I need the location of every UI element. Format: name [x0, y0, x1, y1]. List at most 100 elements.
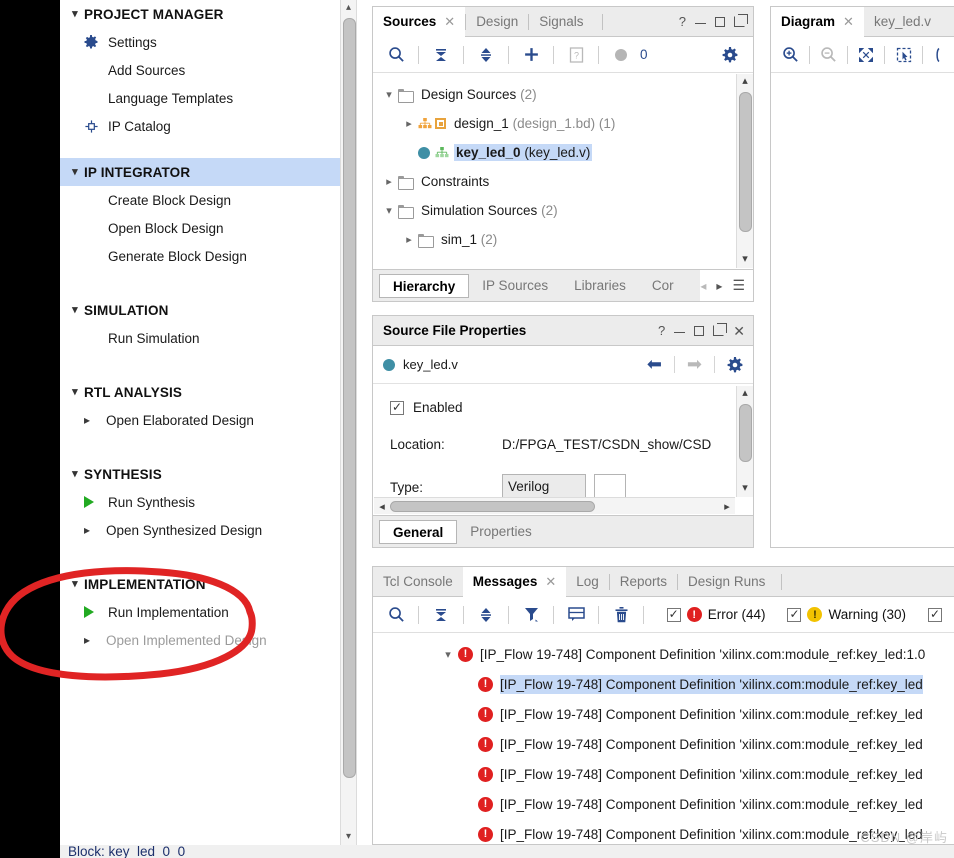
- hscrollbar-thumb[interactable]: [390, 500, 595, 512]
- message-row[interactable]: ! [IP_Flow 19-748] Component Definition …: [374, 669, 953, 699]
- other-checkbox[interactable]: ✓: [928, 607, 942, 622]
- sidebar-item-open-synthesized-design[interactable]: ▸ Open Synthesized Design: [60, 516, 340, 544]
- type-extra-field[interactable]: [594, 474, 626, 497]
- sidebar-section-implementation[interactable]: ▾ IMPLEMENTATION: [60, 570, 340, 598]
- sources-scrollbar[interactable]: ▴ ▾: [736, 74, 753, 268]
- message-row[interactable]: ! [IP_Flow 19-748] Component Definition …: [374, 819, 953, 843]
- filter-error[interactable]: ✓ ! Error (44): [666, 607, 765, 622]
- float-icon[interactable]: [734, 14, 748, 27]
- add-icon[interactable]: [516, 40, 546, 70]
- chevron-right-icon[interactable]: ▸: [380, 175, 398, 188]
- help-icon[interactable]: ?: [679, 15, 686, 28]
- chevron-right-icon[interactable]: ▸: [400, 233, 418, 246]
- tab-general[interactable]: General: [379, 519, 458, 544]
- tree-row[interactable]: ▾ Simulation Sources (2): [374, 196, 735, 225]
- minimize-icon[interactable]: [695, 22, 706, 24]
- tree-row[interactable]: key_led_0 (key_led.v): [374, 138, 735, 167]
- float-icon[interactable]: [713, 323, 728, 336]
- zoom-region-icon[interactable]: [930, 40, 953, 70]
- sidebar-item-run-implementation[interactable]: Run Implementation: [60, 598, 340, 626]
- delete-icon[interactable]: [606, 600, 636, 630]
- sidebar-item-language-templates[interactable]: Language Templates: [60, 84, 340, 112]
- scrollbar-thumb[interactable]: [343, 18, 356, 778]
- sidebar-section-simulation[interactable]: ▾ SIMULATION: [60, 296, 340, 324]
- chevron-right-icon[interactable]: ▸: [400, 117, 418, 130]
- report-icon[interactable]: ?: [561, 40, 591, 70]
- tab-properties[interactable]: Properties: [457, 520, 545, 544]
- sidebar-section-rtl-analysis[interactable]: ▾ RTL ANALYSIS: [60, 378, 340, 406]
- scroll-down-icon[interactable]: ▾: [341, 829, 356, 845]
- maximize-icon[interactable]: [694, 325, 705, 336]
- maximize-icon[interactable]: [715, 16, 725, 27]
- tab-signals[interactable]: Signals: [529, 7, 593, 37]
- scrollbar-thumb[interactable]: [739, 404, 752, 462]
- tab-sources[interactable]: Sources ✕: [373, 6, 466, 37]
- sidebar-section-project-manager[interactable]: ▾ PROJECT MANAGER: [60, 0, 340, 28]
- tab-key-led-v[interactable]: key_led.v: [864, 7, 941, 37]
- tab-design[interactable]: Design: [466, 7, 528, 37]
- tree-row[interactable]: ▸ design_1 (design_1.bd) (1): [374, 109, 735, 138]
- zoom-out-icon[interactable]: [817, 40, 840, 70]
- sidebar-item-run-simulation[interactable]: Run Simulation: [60, 324, 340, 352]
- chevron-down-icon[interactable]: ▾: [380, 88, 398, 101]
- sidebar-scrollbar[interactable]: ▴ ▾: [340, 0, 357, 845]
- enabled-checkbox[interactable]: ✓: [390, 400, 404, 415]
- fit-screen-icon[interactable]: [855, 40, 878, 70]
- tree-row[interactable]: ▾ Design Sources (2): [374, 80, 735, 109]
- back-icon[interactable]: ⬅: [647, 354, 662, 375]
- tab-reports[interactable]: Reports: [610, 567, 677, 597]
- sidebar-item-add-sources[interactable]: Add Sources: [60, 56, 340, 84]
- message-row[interactable]: ! [IP_Flow 19-748] Component Definition …: [374, 729, 953, 759]
- property-value[interactable]: Verilog: [502, 474, 586, 497]
- message-row[interactable]: ! [IP_Flow 19-748] Component Definition …: [374, 699, 953, 729]
- minimize-icon[interactable]: [674, 331, 686, 333]
- sidebar-item-create-block-design[interactable]: Create Block Design: [60, 186, 340, 214]
- message-row[interactable]: ! [IP_Flow 19-748] Component Definition …: [374, 759, 953, 789]
- close-icon[interactable]: ✕: [444, 14, 455, 30]
- tab-messages[interactable]: Messages ✕: [462, 566, 567, 597]
- scroll-left-icon[interactable]: ◂: [374, 500, 390, 513]
- close-icon[interactable]: ✕: [843, 14, 854, 30]
- menu-icon[interactable]: ☰: [732, 277, 745, 294]
- sidebar-item-open-elaborated-design[interactable]: ▸ Open Elaborated Design: [60, 406, 340, 434]
- sidebar-item-ip-catalog[interactable]: IP Catalog: [60, 112, 340, 140]
- comment-icon[interactable]: [561, 600, 591, 630]
- tab-ip-sources[interactable]: IP Sources: [469, 274, 561, 298]
- zoom-in-icon[interactable]: [779, 40, 802, 70]
- scroll-up-icon[interactable]: ▴: [737, 386, 753, 402]
- properties-hscrollbar[interactable]: ◂ ▸: [374, 497, 735, 514]
- gear-icon[interactable]: [727, 356, 743, 373]
- next-icon[interactable]: ▸: [716, 279, 722, 293]
- sidebar-item-generate-block-design[interactable]: Generate Block Design: [60, 242, 340, 270]
- message-row[interactable]: ▾ ! [IP_Flow 19-748] Component Definitio…: [374, 639, 953, 669]
- collapse-all-icon[interactable]: [426, 600, 456, 630]
- search-icon[interactable]: [381, 600, 411, 630]
- properties-scrollbar[interactable]: ▴ ▾: [736, 386, 753, 497]
- filter-icon[interactable]: [516, 600, 546, 630]
- prev-icon[interactable]: ◂: [700, 279, 706, 293]
- expand-all-icon[interactable]: [471, 600, 501, 630]
- diagram-canvas[interactable]: [772, 74, 954, 546]
- scroll-up-icon[interactable]: ▴: [341, 0, 356, 16]
- tree-row[interactable]: ▸ sim_1 (2): [374, 225, 735, 254]
- scroll-up-icon[interactable]: ▴: [737, 74, 753, 90]
- tab-design-runs[interactable]: Design Runs: [678, 567, 775, 597]
- search-icon[interactable]: [381, 40, 411, 70]
- sidebar-item-open-block-design[interactable]: Open Block Design: [60, 214, 340, 242]
- scroll-down-icon[interactable]: ▾: [737, 252, 753, 268]
- scroll-down-icon[interactable]: ▾: [737, 481, 753, 497]
- chevron-down-icon[interactable]: ▾: [438, 648, 458, 661]
- gear-icon[interactable]: [715, 40, 745, 70]
- tab-tcl-console[interactable]: Tcl Console: [373, 567, 463, 597]
- filter-warning[interactable]: ✓ ! Warning (30): [787, 607, 906, 622]
- forward-icon[interactable]: ➡: [687, 354, 702, 375]
- message-row[interactable]: ! [IP_Flow 19-748] Component Definition …: [374, 789, 953, 819]
- expand-all-icon[interactable]: [471, 40, 501, 70]
- sidebar-item-open-implemented-design[interactable]: ▸ Open Implemented Design: [60, 626, 340, 654]
- sidebar-item-run-synthesis[interactable]: Run Synthesis: [60, 488, 340, 516]
- collapse-all-icon[interactable]: [426, 40, 456, 70]
- sidebar-section-ip-integrator[interactable]: ▾ IP INTEGRATOR: [60, 158, 340, 186]
- scrollbar-thumb[interactable]: [739, 92, 752, 232]
- close-icon[interactable]: ✕: [545, 574, 556, 590]
- close-icon[interactable]: ✕: [733, 324, 745, 338]
